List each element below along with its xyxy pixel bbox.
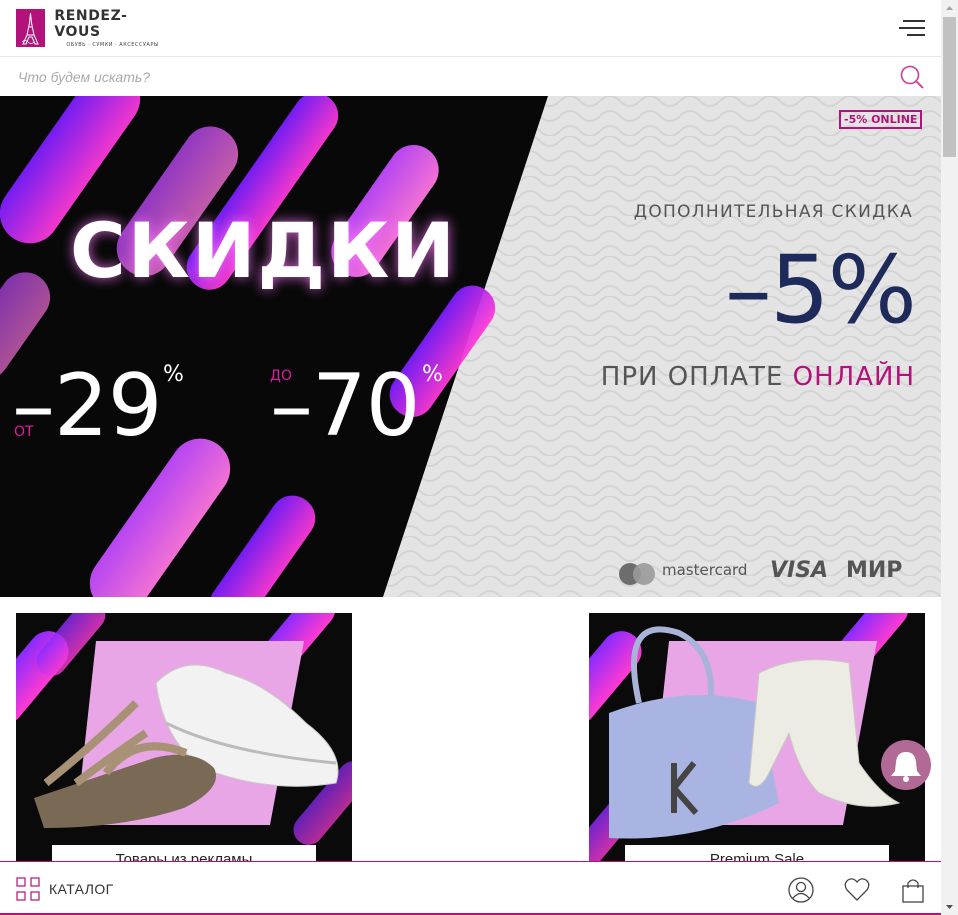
extra-discount-label: ДОПОЛНИТЕЛЬНАЯ СКИДКА: [633, 202, 913, 222]
search-bar: [0, 57, 941, 96]
promo-banner[interactable]: СКИДКИ ОТ –29 % ДО –70 % -5% ONLINE ДОПО…: [0, 96, 941, 597]
tile-label: Premium Sale: [625, 845, 889, 861]
visa-label: VISA: [770, 558, 829, 583]
mastercard-label: mastercard: [662, 561, 748, 579]
mastercard-logo-icon: [618, 562, 658, 586]
bottom-nav-bar: КАТАЛОГ: [0, 861, 941, 915]
pay-highlight: ОНЛАЙН: [792, 362, 915, 392]
promo-tile-premium-sale[interactable]: Premium Sale: [589, 613, 925, 861]
banner-background: [0, 96, 941, 597]
pay-text: ПРИ ОПЛАТЕ: [600, 362, 784, 392]
shopping-bag-icon[interactable]: [899, 876, 927, 904]
pay-online-text: ПРИ ОПЛАТЕ ОНЛАЙН: [601, 362, 915, 392]
to-percent-sign: %: [422, 362, 443, 387]
scroll-down-arrow-icon[interactable]: [941, 898, 958, 915]
grid-icon: [16, 877, 40, 901]
logo-name: RENDEZ-VOUS: [54, 8, 128, 40]
heart-icon[interactable]: [843, 876, 871, 904]
from-discount: –29: [12, 356, 162, 456]
to-discount: –70: [270, 356, 420, 456]
search-icon[interactable]: [898, 63, 926, 91]
site-logo[interactable]: RENDEZ-VOUS ОБУВЬ · СУМКИ · АКСЕССУАРЫ: [16, 8, 166, 48]
promo-tile-ads[interactable]: Товары из рекламы: [16, 613, 352, 861]
bag-boot-image: [589, 613, 925, 861]
scroll-up-arrow-icon[interactable]: [941, 0, 958, 17]
logo-text: RENDEZ-VOUS ОБУВЬ · СУМКИ · АКСЕССУАРЫ: [54, 8, 166, 48]
sandal-sneaker-image: [16, 613, 352, 861]
scrollbar-thumb[interactable]: [943, 17, 956, 157]
from-percent-sign: %: [163, 362, 184, 387]
page: RENDEZ-VOUS ОБУВЬ · СУМКИ · АКСЕССУАРЫ Ч…: [0, 0, 958, 915]
eiffel-tower-logo-icon: [16, 9, 45, 47]
logo-tagline: ОБУВЬ · СУМКИ · АКСЕССУАРЫ: [66, 42, 159, 48]
catalog-button[interactable]: КАТАЛОГ: [16, 876, 114, 902]
bell-icon[interactable]: [881, 740, 931, 790]
tile-label: Товары из рекламы: [52, 845, 316, 861]
hamburger-menu-icon[interactable]: [899, 18, 925, 38]
catalog-label: КАТАЛОГ: [49, 881, 114, 897]
online-badge: -5% ONLINE: [839, 110, 923, 129]
mir-label: МИР: [846, 558, 903, 583]
search-input[interactable]: [10, 63, 880, 91]
banner-title: СКИДКИ: [70, 206, 457, 295]
extra-discount-value: –5%: [724, 236, 917, 345]
user-icon[interactable]: [787, 876, 815, 904]
site-header: RENDEZ-VOUS ОБУВЬ · СУМКИ · АКСЕССУАРЫ: [0, 0, 941, 57]
page-scrollbar[interactable]: [941, 0, 958, 915]
